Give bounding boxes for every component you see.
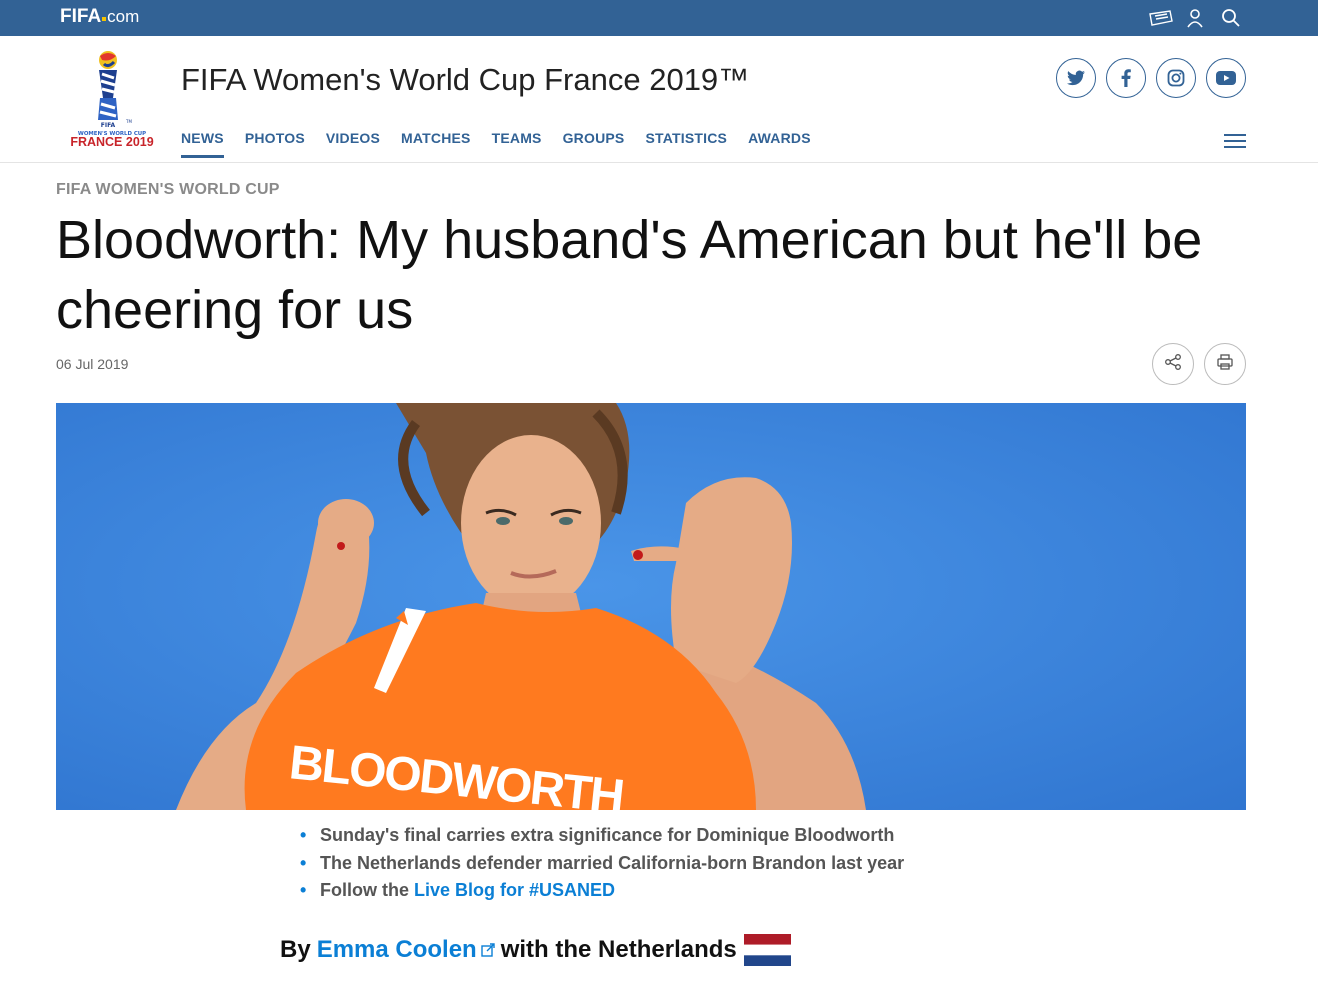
instagram-icon[interactable] — [1156, 58, 1196, 98]
nav-awards[interactable]: AWARDS — [748, 130, 811, 158]
summary-item: Sunday's final carries extra significanc… — [300, 822, 904, 850]
netherlands-flag-icon — [743, 934, 791, 966]
facebook-icon[interactable] — [1106, 58, 1146, 98]
nav-videos[interactable]: VIDEOS — [326, 130, 380, 158]
article-headline: Bloodworth: My husband's American but he… — [56, 210, 1203, 340]
wwc-france-2019-logo[interactable]: FIFA TM WOMEN'S WORLD CUP FRANCE 2019 — [60, 48, 164, 152]
svg-text:FIFA: FIFA — [101, 122, 116, 129]
ticket-icon[interactable] — [1148, 7, 1173, 29]
share-icon — [1164, 353, 1182, 376]
social-links — [1056, 58, 1246, 98]
youtube-icon[interactable] — [1206, 58, 1246, 98]
nav-statistics[interactable]: STATISTICS — [645, 130, 727, 158]
user-icon[interactable] — [1184, 7, 1206, 29]
fifa-logo-text: FIFA — [60, 6, 102, 27]
logo-suffix: com — [107, 7, 140, 26]
byline-suffix: with the Netherlands — [500, 936, 737, 963]
hamburger-menu-icon[interactable] — [1224, 133, 1246, 149]
byline-prefix: By — [280, 936, 311, 963]
logo-dot — [102, 17, 107, 21]
nav-groups[interactable]: GROUPS — [563, 130, 625, 158]
nav-matches[interactable]: MATCHES — [401, 130, 471, 158]
logo-caption: FRANCE 2019 — [70, 135, 153, 149]
summary-item: The Netherlands defender married Califor… — [300, 850, 904, 878]
fifa-com-logo[interactable]: FIFA com — [60, 6, 139, 28]
live-blog-link[interactable]: Live Blog for #USANED — [414, 880, 615, 900]
top-bar: FIFA com — [0, 0, 1318, 36]
nav-news[interactable]: NEWS — [181, 130, 224, 158]
site-header: FIFA TM WOMEN'S WORLD CUP FRANCE 2019 FI… — [0, 36, 1318, 163]
external-link-icon[interactable] — [481, 936, 495, 964]
nav-teams[interactable]: TEAMS — [492, 130, 542, 158]
twitter-icon[interactable] — [1056, 58, 1096, 98]
svg-text:TM: TM — [125, 119, 132, 124]
site-title[interactable]: FIFA Women's World Cup France 2019™ — [181, 62, 749, 98]
summary-link-prefix: Follow the — [320, 880, 409, 900]
main-nav: NEWS PHOTOS VIDEOS MATCHES TEAMS GROUPS … — [181, 130, 811, 158]
author-link[interactable]: Emma Coolen — [317, 936, 477, 964]
top-utility-icons — [1148, 7, 1242, 29]
summary-item: Follow the Live Blog for #USANED — [300, 877, 904, 905]
share-button[interactable] — [1152, 343, 1194, 385]
article-byline: By Emma Coolen with the Netherlands — [280, 934, 791, 966]
article-summary-list: Sunday's final carries extra significanc… — [300, 822, 904, 905]
article-actions — [1152, 343, 1246, 385]
search-icon[interactable] — [1220, 7, 1242, 29]
hero-image: BLOODWORTH — [56, 403, 1246, 810]
article-kicker[interactable]: FIFA WOMEN'S WORLD CUP — [56, 181, 280, 199]
nav-photos[interactable]: PHOTOS — [245, 130, 305, 158]
article-date: 06 Jul 2019 — [56, 356, 129, 372]
print-icon — [1216, 353, 1234, 376]
print-button[interactable] — [1204, 343, 1246, 385]
